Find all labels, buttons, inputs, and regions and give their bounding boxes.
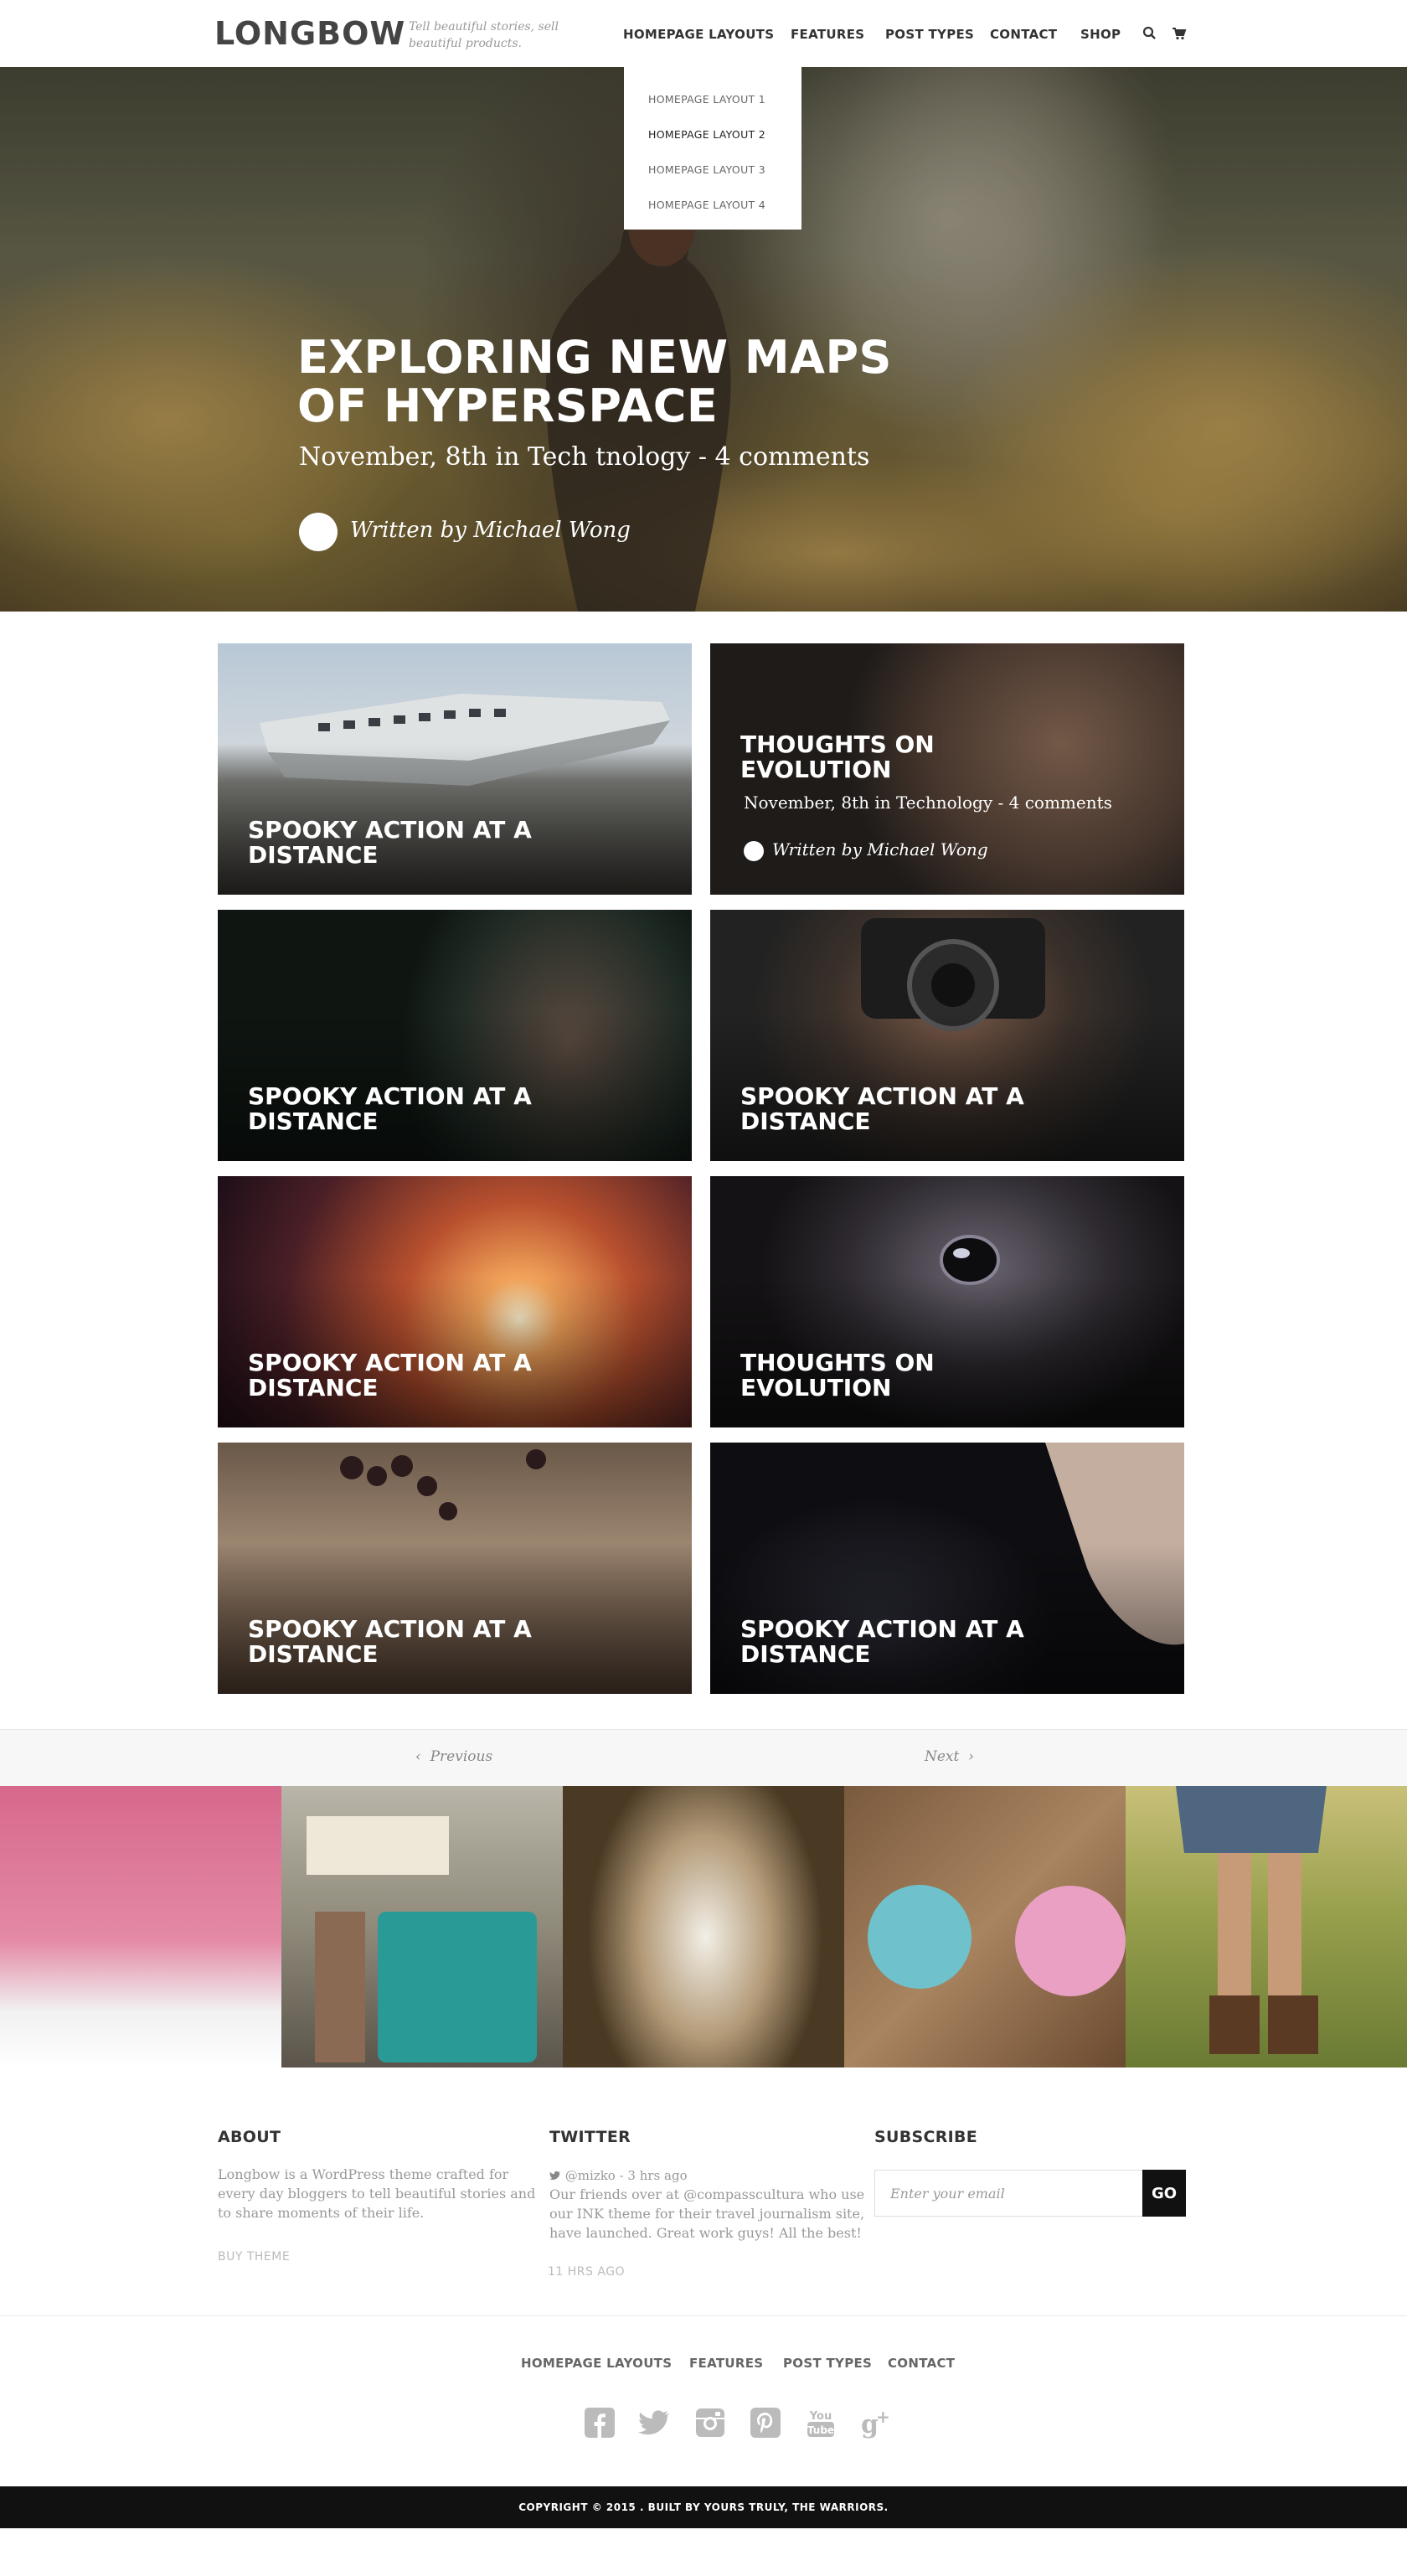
post-card[interactable]: SPOOKY ACTION AT A DISTANCE <box>218 643 692 895</box>
post-card-title[interactable]: SPOOKY ACTION AT A DISTANCE <box>248 1084 600 1134</box>
post-card-title[interactable]: THOUGHTS ON EVOLUTION <box>740 1350 1092 1401</box>
next-label: Next <box>925 1748 960 1765</box>
footer-nav-post-types[interactable]: POST TYPES <box>783 2356 872 2371</box>
buy-theme-link[interactable]: BUY THEME <box>218 2250 290 2264</box>
post-card[interactable]: SPOOKY ACTION AT A DISTANCE <box>218 1443 692 1694</box>
tweet-text: Our friends over at @compasscultura who … <box>549 2186 865 2241</box>
dropdown-item-layout-1[interactable]: HOMEPAGE LAYOUT 1 <box>624 82 801 117</box>
hero-author: Written by Michael Wong <box>350 518 631 543</box>
site-logo[interactable]: LONGBOW <box>214 15 405 52</box>
post-card[interactable]: SPOOKY ACTION AT A DISTANCE <box>710 1443 1184 1694</box>
post-card-title[interactable]: SPOOKY ACTION AT A DISTANCE <box>740 1617 1092 1667</box>
post-card[interactable]: SPOOKY ACTION AT A DISTANCE <box>218 1176 692 1427</box>
nav-features[interactable]: FEATURES <box>791 27 864 42</box>
post-card-title[interactable]: SPOOKY ACTION AT A DISTANCE <box>248 1350 600 1401</box>
post-card[interactable]: THOUGHTS ON EVOLUTION <box>710 1176 1184 1427</box>
next-page-link[interactable]: Next › <box>925 1748 974 1765</box>
instagram-gallery <box>0 1786 1407 2068</box>
copyright-text: COPYRIGHT © 2015 . BUILT BY YOURS TRULY,… <box>518 2501 889 2513</box>
post-card-author: Written by Michael Wong <box>772 839 988 860</box>
gallery-image[interactable] <box>0 1786 281 2068</box>
author-avatar <box>299 513 338 551</box>
pagination: ‹ Previous Next › <box>0 1729 1407 1786</box>
post-card-meta: November, 8th in Technology - 4 comments <box>744 792 1112 813</box>
hero-meta: November, 8th in Tech tnology - 4 commen… <box>299 442 870 472</box>
post-card-featured[interactable]: THOUGHTS ON EVOLUTION November, 8th in T… <box>710 643 1184 895</box>
google-plus-icon[interactable]: g + <box>859 2406 893 2439</box>
subscribe-title: SUBSCRIBE <box>874 2128 978 2146</box>
tweet-handle-text: @mizko - 3 hrs ago <box>564 2168 688 2183</box>
previous-label: Previous <box>430 1748 493 1765</box>
twitter-title: TWITTER <box>549 2128 631 2146</box>
gallery-photo <box>868 1885 1126 1996</box>
gallery-image[interactable] <box>281 1786 563 2068</box>
copyright-bar: COPYRIGHT © 2015 . BUILT BY YOURS TRULY,… <box>0 2486 1407 2528</box>
gallery-photo <box>307 1816 537 2062</box>
site-header: LONGBOW Tell beautiful stories, sell bea… <box>0 0 1407 67</box>
footer-nav-features[interactable]: FEATURES <box>689 2356 763 2371</box>
footer-divider <box>0 2315 1407 2316</box>
pinterest-icon[interactable] <box>749 2406 782 2439</box>
twitter-icon[interactable] <box>638 2406 672 2439</box>
search-icon[interactable] <box>1142 25 1158 42</box>
dropdown-item-layout-2[interactable]: HOMEPAGE LAYOUT 2 <box>624 117 801 152</box>
instagram-icon[interactable] <box>693 2406 727 2439</box>
svg-text:Tube: Tube <box>807 2424 834 2436</box>
post-card-title[interactable]: THOUGHTS ON EVOLUTION <box>740 732 1092 782</box>
cart-icon[interactable] <box>1171 25 1188 42</box>
gallery-image[interactable] <box>1126 1786 1407 2068</box>
gallery-photo <box>1176 1786 1327 2054</box>
post-card-title[interactable]: SPOOKY ACTION AT A DISTANCE <box>248 818 600 868</box>
post-card-title[interactable]: SPOOKY ACTION AT A DISTANCE <box>740 1084 1092 1134</box>
footer-nav-homepage-layouts[interactable]: HOMEPAGE LAYOUTS <box>521 2356 672 2371</box>
tweet-time: 11 HRS AGO <box>548 2265 626 2279</box>
post-card-title[interactable]: SPOOKY ACTION AT A DISTANCE <box>248 1617 600 1667</box>
chevron-left-icon: ‹ <box>415 1748 430 1765</box>
chevron-right-icon: › <box>959 1748 974 1765</box>
facebook-icon[interactable] <box>583 2406 616 2439</box>
post-card[interactable]: SPOOKY ACTION AT A DISTANCE <box>710 910 1184 1161</box>
nav-shop[interactable]: SHOP <box>1080 27 1121 42</box>
svg-text:+: + <box>876 2407 890 2427</box>
homepage-layouts-dropdown: HOMEPAGE LAYOUT 1 HOMEPAGE LAYOUT 2 HOME… <box>624 67 801 230</box>
nav-homepage-layouts[interactable]: HOMEPAGE LAYOUTS <box>623 27 774 42</box>
dropdown-item-layout-3[interactable]: HOMEPAGE LAYOUT 3 <box>624 152 801 188</box>
footer-nav-contact[interactable]: CONTACT <box>888 2356 955 2371</box>
tweet-handle[interactable]: @mizko - 3 hrs ago <box>549 2166 688 2186</box>
about-text: Longbow is a WordPress theme crafted for… <box>218 2166 536 2221</box>
nav-contact[interactable]: CONTACT <box>990 27 1057 42</box>
subscribe-button[interactable]: GO <box>1142 2170 1186 2217</box>
author-avatar <box>744 841 764 861</box>
post-card[interactable]: SPOOKY ACTION AT A DISTANCE <box>218 910 692 1161</box>
hero-title[interactable]: EXPLORING NEW MAPS OF HYPERSPACE <box>297 333 967 431</box>
svg-text:You: You <box>809 2410 832 2423</box>
site-tagline: Tell beautiful stories, sell beautiful p… <box>409 20 559 50</box>
about-title: ABOUT <box>218 2128 281 2146</box>
youtube-icon[interactable]: You Tube <box>804 2406 838 2439</box>
gallery-image[interactable] <box>844 1786 1126 2068</box>
dropdown-item-layout-4[interactable]: HOMEPAGE LAYOUT 4 <box>624 188 801 223</box>
previous-page-link[interactable]: ‹ Previous <box>415 1748 492 1765</box>
twitter-bird-icon <box>549 2168 565 2183</box>
gallery-image[interactable] <box>563 1786 844 2068</box>
email-field[interactable] <box>874 2170 1142 2217</box>
nav-post-types[interactable]: POST TYPES <box>885 27 974 42</box>
